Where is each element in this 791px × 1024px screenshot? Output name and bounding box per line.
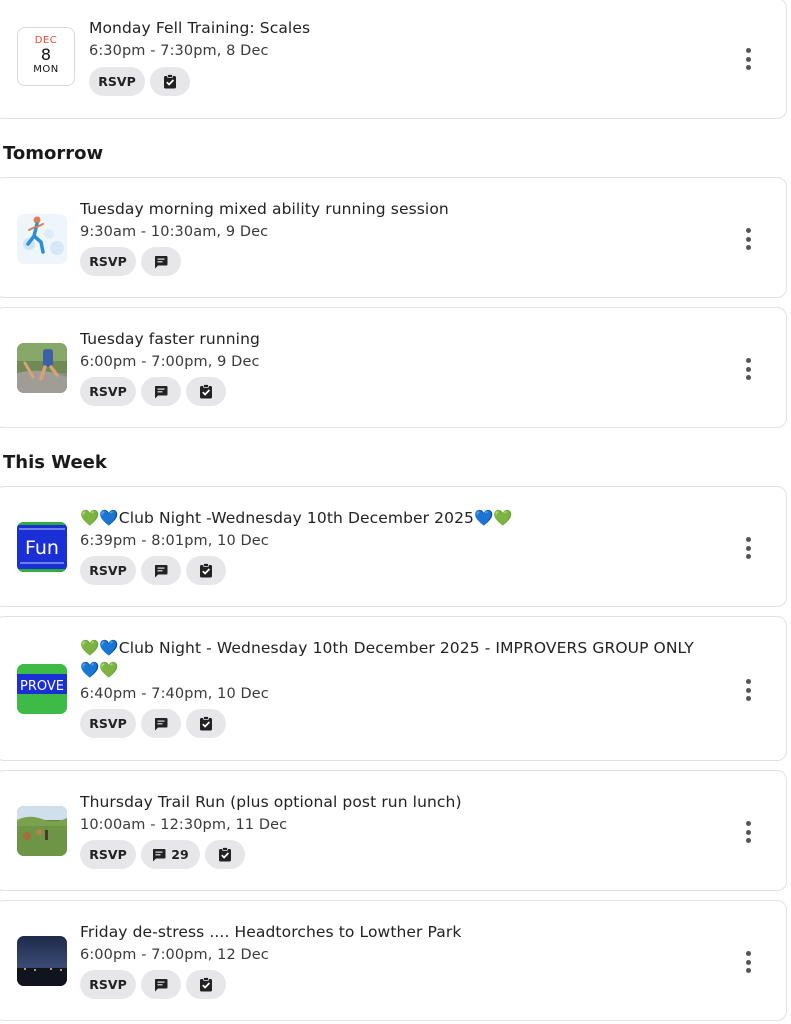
more-options-icon[interactable] bbox=[744, 679, 752, 701]
comments-button[interactable] bbox=[141, 970, 181, 999]
more-options-icon[interactable] bbox=[744, 228, 752, 250]
event-thumbnail bbox=[17, 806, 67, 856]
comment-icon bbox=[154, 255, 168, 268]
rsvp-button[interactable]: RSVP bbox=[80, 247, 136, 276]
event-card[interactable]: Friday de-stress .... Headtorches to Low… bbox=[0, 900, 787, 1021]
check-clipboard-icon bbox=[219, 847, 231, 862]
comment-icon bbox=[154, 385, 168, 398]
event-title-line-2[interactable]: 💙💚 bbox=[80, 661, 119, 679]
event-title[interactable]: 💚💙Club Night -Wednesday 10th December 20… bbox=[80, 509, 513, 527]
thumbnail-text: PROVE bbox=[20, 679, 64, 694]
event-title[interactable]: Friday de-stress .... Headtorches to Low… bbox=[80, 923, 461, 941]
date-weekday: MON bbox=[33, 64, 59, 75]
rsvp-button[interactable]: RSVP bbox=[80, 840, 136, 869]
check-clipboard-icon bbox=[200, 716, 212, 731]
comment-icon bbox=[154, 978, 168, 991]
event-thumbnail bbox=[17, 214, 67, 264]
section-heading-tomorrow: Tomorrow bbox=[3, 143, 104, 164]
event-time: 6:39pm - 8:01pm, 10 Dec bbox=[80, 533, 269, 549]
comments-button[interactable] bbox=[141, 709, 181, 738]
event-time: 6:30pm - 7:30pm, 8 Dec bbox=[89, 43, 269, 59]
event-card[interactable]: Thursday Trail Run (plus optional post r… bbox=[0, 770, 787, 891]
event-time: 10:00am - 12:30pm, 11 Dec bbox=[80, 817, 288, 833]
event-card[interactable]: DEC 8 MON Monday Fell Training: Scales 6… bbox=[0, 0, 787, 119]
comment-icon bbox=[154, 564, 168, 577]
check-clipboard-icon bbox=[164, 74, 176, 89]
event-card[interactable]: Tuesday morning mixed ability running se… bbox=[0, 177, 787, 298]
check-clipboard-button[interactable] bbox=[186, 377, 226, 406]
comment-icon bbox=[153, 848, 166, 861]
comments-button[interactable] bbox=[141, 247, 181, 276]
comments-button[interactable]: 29 bbox=[141, 840, 200, 869]
event-title[interactable]: Tuesday morning mixed ability running se… bbox=[80, 200, 449, 218]
check-clipboard-icon bbox=[200, 563, 212, 578]
check-clipboard-icon bbox=[200, 977, 212, 992]
rsvp-button[interactable]: RSVP bbox=[80, 970, 136, 999]
event-title[interactable]: Monday Fell Training: Scales bbox=[89, 19, 310, 37]
check-clipboard-button[interactable] bbox=[150, 67, 190, 96]
comments-button[interactable] bbox=[141, 556, 181, 585]
section-heading-this-week: This Week bbox=[3, 452, 107, 473]
check-clipboard-button[interactable] bbox=[186, 556, 226, 585]
event-time: 6:00pm - 7:00pm, 9 Dec bbox=[80, 354, 260, 370]
event-time: 9:30am - 10:30am, 9 Dec bbox=[80, 224, 269, 240]
check-clipboard-icon bbox=[200, 384, 212, 399]
rsvp-button[interactable]: RSVP bbox=[80, 556, 136, 585]
event-title[interactable]: Tuesday faster running bbox=[80, 330, 260, 348]
thumbnail-text: Fun bbox=[25, 537, 59, 559]
event-title-line-1[interactable]: 💚💙Club Night - Wednesday 10th December 2… bbox=[80, 639, 694, 657]
date-day: 8 bbox=[40, 45, 52, 64]
event-card[interactable]: Tuesday faster running 6:00pm - 7:00pm, … bbox=[0, 307, 787, 428]
more-options-icon[interactable] bbox=[744, 821, 752, 843]
rsvp-button[interactable]: RSVP bbox=[80, 709, 136, 738]
more-options-icon[interactable] bbox=[744, 537, 752, 559]
event-thumbnail bbox=[17, 936, 67, 986]
event-card[interactable]: Fun 💚💙Club Night -Wednesday 10th Decembe… bbox=[0, 486, 787, 607]
event-thumbnail bbox=[17, 343, 67, 393]
event-title[interactable]: Thursday Trail Run (plus optional post r… bbox=[80, 793, 462, 811]
check-clipboard-button[interactable] bbox=[186, 709, 226, 738]
rsvp-button[interactable]: RSVP bbox=[89, 67, 145, 96]
more-options-icon[interactable] bbox=[744, 358, 752, 380]
comment-icon bbox=[154, 717, 168, 730]
event-thumbnail: PROVE bbox=[17, 664, 67, 714]
check-clipboard-button[interactable] bbox=[205, 840, 245, 869]
more-options-icon[interactable] bbox=[744, 951, 752, 973]
event-thumbnail: Fun bbox=[17, 522, 67, 572]
event-date-badge: DEC 8 MON bbox=[17, 27, 75, 86]
comments-button[interactable] bbox=[141, 377, 181, 406]
check-clipboard-button[interactable] bbox=[186, 970, 226, 999]
event-time: 6:00pm - 7:00pm, 12 Dec bbox=[80, 947, 269, 963]
more-options-icon[interactable] bbox=[744, 48, 752, 70]
event-card[interactable]: PROVE 💚💙Club Night - Wednesday 10th Dece… bbox=[0, 616, 787, 761]
comment-count: 29 bbox=[171, 847, 189, 862]
event-time: 6:40pm - 7:40pm, 10 Dec bbox=[80, 686, 269, 702]
rsvp-button[interactable]: RSVP bbox=[80, 377, 136, 406]
